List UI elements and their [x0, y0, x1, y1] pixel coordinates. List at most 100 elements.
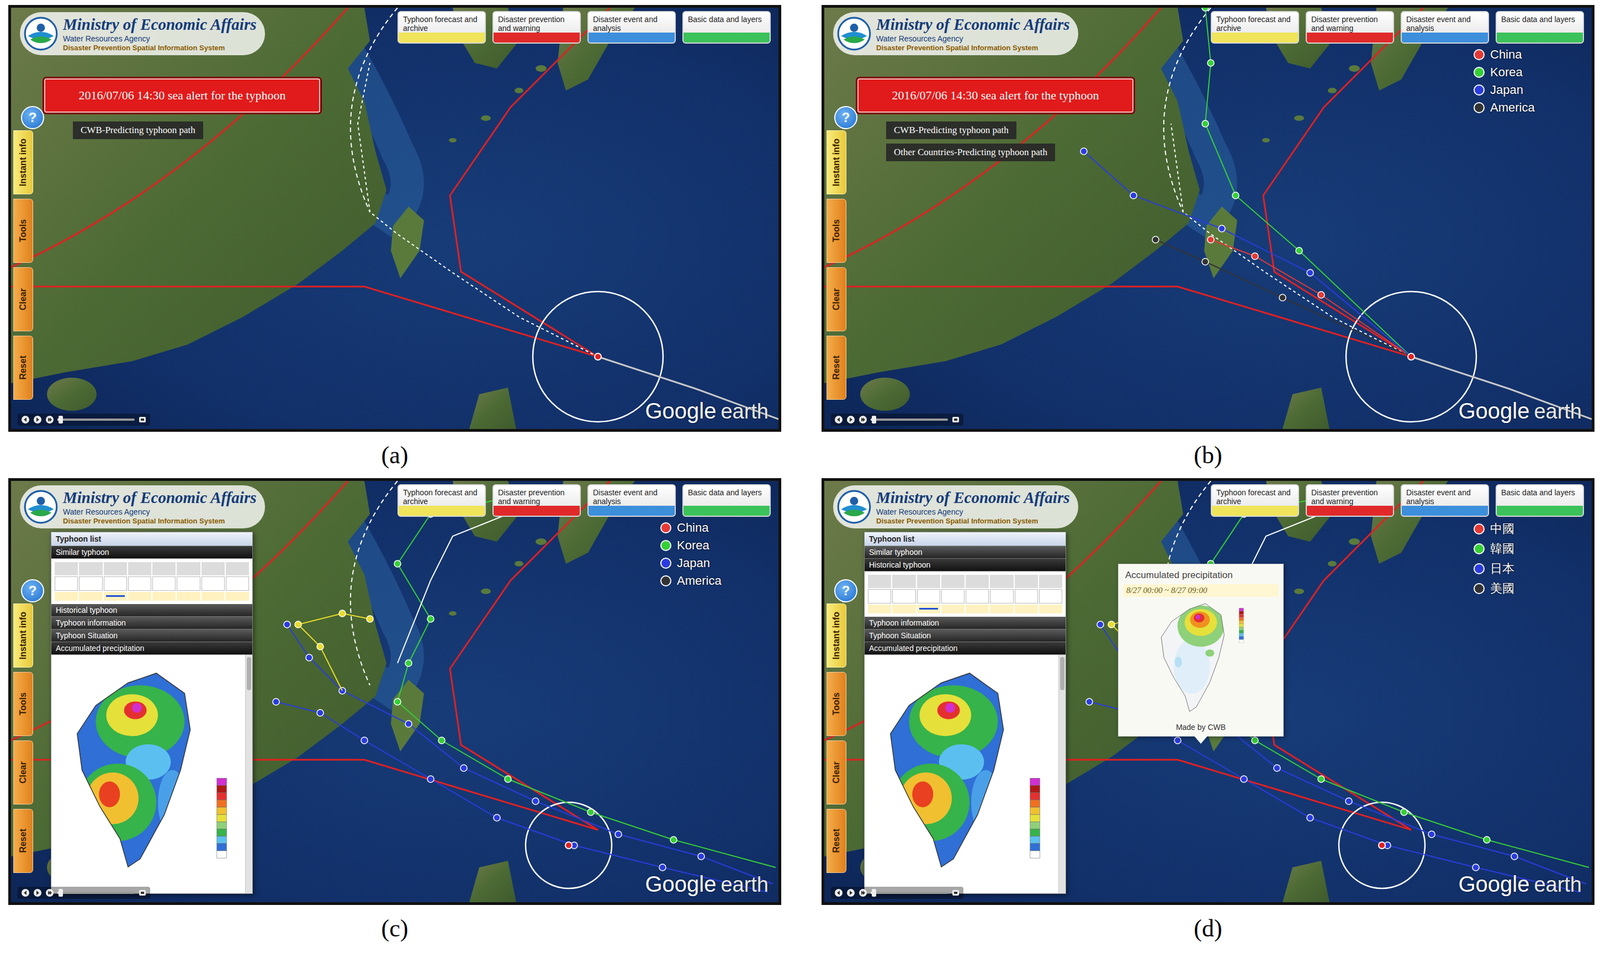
table-cell[interactable]: [176, 591, 200, 601]
panel-section-header[interactable]: Typhoon Situation: [864, 629, 1066, 643]
menu-button[interactable]: Disaster prevention and warning: [492, 11, 581, 44]
table-cell[interactable]: [965, 574, 989, 588]
side-tab[interactable]: Tools: [13, 198, 34, 263]
table-cell[interactable]: [54, 562, 78, 576]
table-cell[interactable]: [201, 576, 225, 591]
table-cell[interactable]: [941, 589, 965, 604]
help-button[interactable]: ?: [834, 106, 858, 130]
table-cell[interactable]: [917, 574, 941, 588]
panel-section-header[interactable]: Historical typhoon: [51, 604, 253, 617]
play-icon[interactable]: [846, 888, 856, 898]
side-tab[interactable]: Instant info: [826, 603, 847, 668]
timeline-slider[interactable]: [57, 418, 135, 421]
side-tab[interactable]: Clear: [13, 267, 34, 332]
menu-button[interactable]: Basic data and layers: [682, 11, 771, 44]
table-cell[interactable]: [152, 576, 176, 591]
table-cell[interactable]: [225, 562, 249, 576]
panel-section-header[interactable]: Accumulated precipitation: [51, 642, 253, 655]
side-tab[interactable]: Tools: [13, 671, 34, 736]
menu-button[interactable]: Disaster event and analysis: [1400, 484, 1490, 517]
table-cell[interactable]: [989, 604, 1014, 614]
side-tab[interactable]: Instant info: [826, 130, 847, 195]
table-cell[interactable]: [941, 574, 965, 588]
path-layer-label[interactable]: Other Countries-Predicting typhoon path: [886, 143, 1056, 162]
scrollbar[interactable]: [1058, 654, 1066, 894]
rewind-icon[interactable]: [20, 888, 30, 898]
timeline-slider[interactable]: [870, 418, 948, 421]
taiwan-rainfall-map[interactable]: [51, 654, 246, 894]
table-cell[interactable]: [201, 562, 225, 576]
taiwan-rainfall-map[interactable]: [864, 654, 1059, 894]
play-icon[interactable]: [33, 888, 42, 898]
table-cell[interactable]: [892, 589, 916, 604]
help-button[interactable]: ?: [20, 106, 45, 130]
typhoon-track[interactable]: [1080, 147, 1412, 357]
menu-button[interactable]: Basic data and layers: [1495, 11, 1584, 44]
menu-button[interactable]: Typhoon forecast and archive: [1210, 484, 1300, 517]
typhoon-track[interactable]: [397, 514, 508, 664]
menu-button[interactable]: Basic data and layers: [1495, 484, 1584, 517]
table-cell[interactable]: [965, 589, 989, 604]
rewind-icon[interactable]: [834, 888, 844, 898]
typhoon-track[interactable]: [272, 698, 768, 893]
table-cell[interactable]: [225, 576, 249, 591]
table-cell[interactable]: [892, 604, 916, 614]
table-cell[interactable]: [78, 576, 103, 591]
table-cell[interactable]: [917, 604, 941, 614]
typhoon-track[interactable]: [294, 610, 374, 691]
table-cell[interactable]: [965, 604, 989, 614]
menu-button[interactable]: Typhoon forecast and archive: [1210, 11, 1300, 44]
table-cell[interactable]: [1014, 574, 1038, 588]
table-cell[interactable]: [103, 576, 127, 591]
play-icon[interactable]: [846, 415, 856, 425]
settings-icon[interactable]: [138, 415, 147, 425]
typhoon-track[interactable]: [1171, 123, 1412, 357]
table-cell[interactable]: [989, 589, 1014, 604]
table-cell[interactable]: [54, 591, 78, 601]
menu-button[interactable]: Disaster prevention and warning: [492, 484, 581, 517]
table-cell[interactable]: [1039, 604, 1063, 614]
forward-icon[interactable]: [45, 888, 55, 898]
panel-section-header[interactable]: Similar typhoon: [51, 546, 253, 559]
help-button[interactable]: ?: [834, 579, 858, 603]
menu-button[interactable]: Disaster event and analysis: [587, 11, 676, 44]
typhoon-track[interactable]: [1152, 236, 1412, 357]
table-cell[interactable]: [917, 589, 941, 604]
table-cell[interactable]: [128, 576, 152, 591]
typhoon-alert-banner[interactable]: 2016/07/06 14:30 sea alert for the typho…: [44, 78, 321, 113]
settings-icon[interactable]: [951, 888, 961, 898]
settings-icon[interactable]: [138, 888, 147, 898]
typhoon-track[interactable]: [1207, 236, 1412, 357]
settings-icon[interactable]: [951, 415, 961, 425]
panel-section-header[interactable]: Similar typhoon: [864, 546, 1066, 559]
side-tab[interactable]: Clear: [13, 740, 34, 805]
menu-button[interactable]: Typhoon forecast and archive: [397, 484, 486, 517]
typhoon-link[interactable]: [919, 607, 939, 610]
panel-section-header[interactable]: Accumulated precipitation: [864, 642, 1066, 655]
forward-icon[interactable]: [858, 415, 868, 425]
table-cell[interactable]: [78, 591, 103, 601]
table-cell[interactable]: [1014, 604, 1038, 614]
menu-button[interactable]: Disaster event and analysis: [1400, 11, 1490, 44]
satellite-map[interactable]: [11, 7, 779, 429]
table-cell[interactable]: [128, 591, 152, 601]
menu-button[interactable]: Disaster prevention and warning: [1305, 11, 1395, 44]
forward-icon[interactable]: [858, 888, 868, 898]
side-tab[interactable]: Reset: [826, 335, 847, 400]
path-layer-label[interactable]: CWB-Predicting typhoon path: [72, 121, 204, 140]
timeline-slider[interactable]: [870, 891, 948, 894]
table-cell[interactable]: [1039, 589, 1063, 604]
side-tab[interactable]: Instant info: [13, 130, 34, 195]
side-tab[interactable]: Tools: [826, 671, 847, 736]
rewind-icon[interactable]: [834, 415, 844, 425]
play-icon[interactable]: [33, 415, 42, 425]
table-cell[interactable]: [152, 562, 176, 576]
table-cell[interactable]: [989, 574, 1014, 588]
side-tab[interactable]: Reset: [13, 808, 34, 873]
side-tab[interactable]: Tools: [826, 198, 847, 263]
table-cell[interactable]: [867, 604, 892, 614]
table-cell[interactable]: [176, 562, 200, 576]
path-layer-label[interactable]: CWB-Predicting typhoon path: [886, 121, 1017, 140]
side-tab[interactable]: Clear: [826, 267, 847, 332]
typhoon-link[interactable]: [106, 595, 125, 597]
